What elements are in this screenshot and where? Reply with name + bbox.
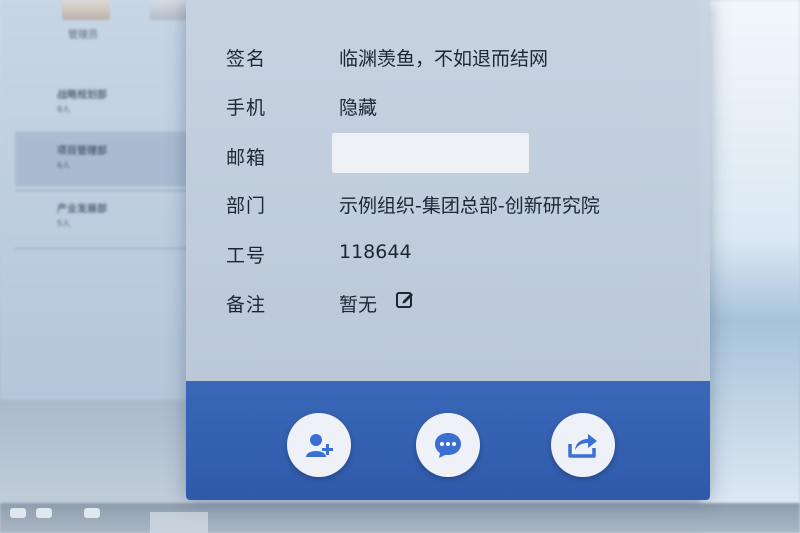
background-avatar-secondary xyxy=(150,0,190,20)
share-icon xyxy=(568,434,597,458)
field-label: 工号 xyxy=(226,245,267,267)
action-bar xyxy=(186,381,710,500)
department-value: 示例组织-集团总部-创新研究院 xyxy=(339,195,600,217)
background-list-item[interactable]: 战略规划部 9人 xyxy=(15,78,187,130)
background-list-item-title: 产业发展部 xyxy=(57,204,107,215)
email-redacted-block xyxy=(332,133,529,173)
background-list-item-subtitle: 6人 xyxy=(57,161,71,170)
profile-row-email: 邮箱 xyxy=(186,133,710,173)
background-list-item-subtitle: 5人 xyxy=(57,219,71,228)
profile-row-phone: 手机 隐藏 xyxy=(186,89,710,119)
profile-card: 签名 临渊羡鱼，不如退而结网 手机 隐藏 邮箱 部门 示例组织-集团总部-创新研… xyxy=(186,0,710,500)
background-divider xyxy=(15,190,187,191)
field-label: 备注 xyxy=(226,294,267,316)
background-list-item-title: 战略规划部 xyxy=(57,90,107,101)
background-divider xyxy=(15,132,187,133)
background-avatar-label: 管理员 xyxy=(68,30,98,41)
remark-text: 暂无 xyxy=(339,294,378,316)
share-button[interactable] xyxy=(551,413,615,477)
add-friend-icon xyxy=(306,434,333,457)
background-desktop-wallpaper xyxy=(700,0,800,533)
background-divider xyxy=(15,248,187,249)
remark-value: 暂无 xyxy=(339,290,377,317)
profile-row-employee-id: 工号 118644 xyxy=(186,237,710,267)
field-label: 手机 xyxy=(226,97,267,119)
chat-bubble-icon xyxy=(435,433,461,458)
taskbar-button[interactable] xyxy=(84,508,100,518)
taskbar-button[interactable] xyxy=(36,508,52,518)
profile-row-remark: 备注 暂无 xyxy=(186,286,710,316)
taskbar-window-tab[interactable] xyxy=(150,512,208,533)
background-list-item[interactable]: 产业发展部 5人 xyxy=(15,192,187,244)
edit-icon[interactable] xyxy=(395,289,415,309)
background-list-item-subtitle: 9人 xyxy=(57,105,71,114)
background-list-item[interactable]: 项目管理部 6人 xyxy=(15,134,187,186)
field-label: 邮箱 xyxy=(226,147,267,169)
field-label: 签名 xyxy=(226,48,267,70)
chat-button[interactable] xyxy=(416,413,480,477)
signature-value: 临渊羡鱼，不如退而结网 xyxy=(339,48,549,70)
employee-id-value: 118644 xyxy=(339,241,412,263)
field-label: 部门 xyxy=(226,195,267,217)
profile-row-signature: 签名 临渊羡鱼，不如退而结网 xyxy=(186,40,710,70)
background-taskbar xyxy=(0,503,800,533)
profile-row-department: 部门 示例组织-集团总部-创新研究院 xyxy=(186,187,710,217)
taskbar-button[interactable] xyxy=(10,508,26,518)
background-list-item-title: 项目管理部 xyxy=(57,146,107,157)
phone-value: 隐藏 xyxy=(339,97,378,119)
background-contact-list: 管理员 战略规划部 9人 项目管理部 6人 产业发展部 5人 xyxy=(0,0,191,400)
add-friend-button[interactable] xyxy=(287,413,351,477)
background-avatar xyxy=(62,0,110,20)
